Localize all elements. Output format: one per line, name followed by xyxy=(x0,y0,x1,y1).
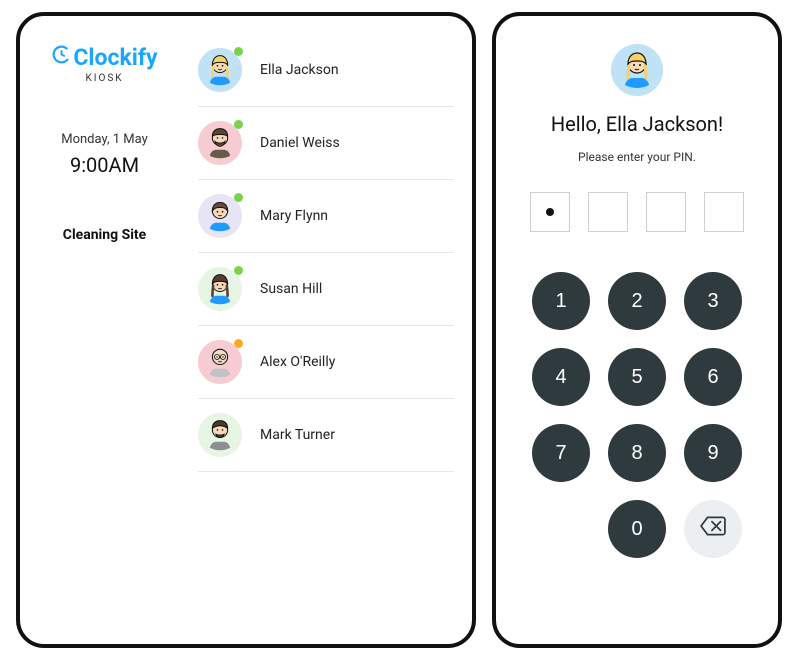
employee-name: Ella Jackson xyxy=(260,62,339,78)
status-dot xyxy=(234,120,243,129)
key-2[interactable]: 2 xyxy=(608,272,666,330)
keypad: 1 2 3 4 5 6 7 8 9 0 xyxy=(532,272,742,558)
employee-name: Susan Hill xyxy=(260,281,322,297)
brand-subtitle: KIOSK xyxy=(85,73,123,84)
time-label: 9:00AM xyxy=(61,153,148,177)
status-dot xyxy=(234,266,243,275)
key-backspace[interactable] xyxy=(684,500,742,558)
avatar xyxy=(198,413,242,457)
key-8[interactable]: 8 xyxy=(608,424,666,482)
key-5[interactable]: 5 xyxy=(608,348,666,406)
key-6[interactable]: 6 xyxy=(684,348,742,406)
employee-row[interactable]: Mary Flynn xyxy=(198,180,454,253)
key-9[interactable]: 9 xyxy=(684,424,742,482)
status-dot xyxy=(234,193,243,202)
key-1[interactable]: 1 xyxy=(532,272,590,330)
site-name: Cleaning Site xyxy=(63,227,146,243)
pin-digit-1 xyxy=(530,192,570,232)
backspace-icon xyxy=(700,516,726,542)
avatar-wrap xyxy=(198,121,242,165)
employee-name: Mark Turner xyxy=(260,427,335,443)
pin-digit-4 xyxy=(704,192,744,232)
employee-row[interactable]: Ella Jackson xyxy=(198,34,454,107)
avatar-wrap xyxy=(198,48,242,92)
employee-row[interactable]: Alex O'Reilly xyxy=(198,326,454,399)
greeting: Hello, Ella Jackson! xyxy=(551,112,723,136)
avatar-wrap xyxy=(198,413,242,457)
pin-device: Hello, Ella Jackson! Please enter your P… xyxy=(492,12,782,648)
employee-row[interactable]: Susan Hill xyxy=(198,253,454,326)
employee-row[interactable]: Daniel Weiss xyxy=(198,107,454,180)
avatar-wrap xyxy=(198,267,242,311)
status-dot xyxy=(234,339,243,348)
key-blank xyxy=(532,500,590,558)
avatar xyxy=(611,44,663,96)
kiosk-device: Clockify KIOSK Monday, 1 May 9:00AM Clea… xyxy=(16,12,476,648)
key-3[interactable]: 3 xyxy=(684,272,742,330)
avatar-wrap xyxy=(198,340,242,384)
pin-digit-2 xyxy=(588,192,628,232)
avatar-wrap xyxy=(198,194,242,238)
brand-logo: Clockify xyxy=(51,44,157,71)
key-7[interactable]: 7 xyxy=(532,424,590,482)
employee-list: Ella Jackson Daniel Weiss Mary Flynn Susan … xyxy=(190,16,472,644)
status-dot xyxy=(234,47,243,56)
pin-digit-3 xyxy=(646,192,686,232)
employee-row[interactable]: Mark Turner xyxy=(198,399,454,472)
pin-dot xyxy=(546,208,554,216)
kiosk-sidebar: Clockify KIOSK Monday, 1 May 9:00AM Clea… xyxy=(20,16,190,644)
employee-name: Daniel Weiss xyxy=(260,135,340,151)
key-4[interactable]: 4 xyxy=(532,348,590,406)
date-block: Monday, 1 May 9:00AM xyxy=(61,132,148,177)
employee-name: Mary Flynn xyxy=(260,208,328,224)
pin-prompt: Please enter your PIN. xyxy=(578,150,696,164)
key-0[interactable]: 0 xyxy=(608,500,666,558)
pin-input[interactable] xyxy=(530,192,744,232)
date-label: Monday, 1 May xyxy=(61,132,148,147)
brand-name: Clockify xyxy=(73,44,157,71)
clock-icon xyxy=(51,44,72,71)
employee-name: Alex O'Reilly xyxy=(260,354,335,370)
